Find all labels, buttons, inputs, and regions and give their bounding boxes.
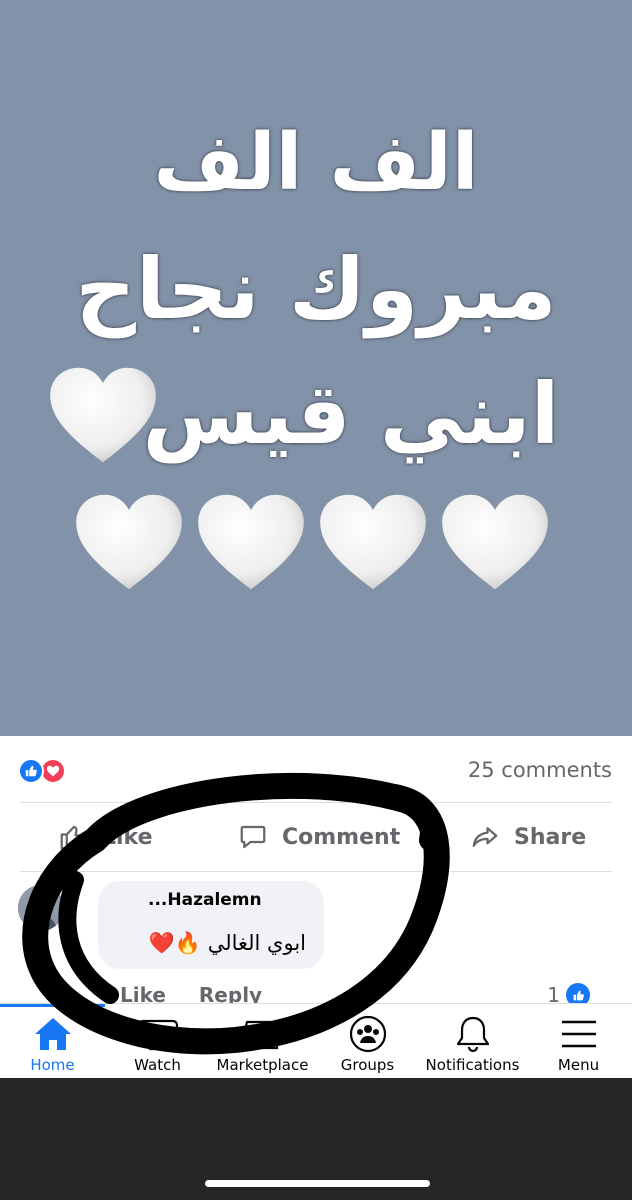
avatar[interactable] <box>18 885 64 931</box>
home-icon <box>33 1014 73 1054</box>
post-image[interactable]: الف الف مبروك نجاح ابني قيس <box>0 0 632 736</box>
bell-icon <box>455 1014 491 1054</box>
nav-groups[interactable]: Groups <box>315 1004 420 1079</box>
comment-icon <box>240 825 266 849</box>
share-icon <box>472 827 498 847</box>
post-text-line-2: مبروك نجاح <box>75 240 557 338</box>
white-heart-icon <box>48 365 158 465</box>
like-reaction-icon <box>18 758 44 784</box>
reactions-summary[interactable]: 25 comments <box>0 736 632 802</box>
nav-watch-label: Watch <box>134 1056 181 1074</box>
reaction-icons[interactable] <box>18 758 78 784</box>
comments-count[interactable]: 25 comments <box>468 758 612 782</box>
commenter-name[interactable]: ...Hazalemn <box>148 889 262 905</box>
nav-menu-label: Menu <box>557 1056 600 1074</box>
thumbs-up-icon <box>60 825 86 850</box>
nav-marketplace-label: Marketplace <box>216 1056 309 1074</box>
system-bar <box>0 1078 632 1200</box>
comment: ...Hazalemn ابوي الغالي 🔥❤️ Like Reply 1 <box>0 871 632 1009</box>
nav-home-label: Home <box>30 1056 75 1074</box>
comment-button-label: Comment <box>282 824 401 850</box>
bottom-navigation: Home Watch Marketplace Groups Notificati… <box>0 1003 632 1079</box>
comment-bubble[interactable]: ...Hazalemn ابوي الغالي 🔥❤️ <box>98 881 324 969</box>
nav-home[interactable]: Home <box>0 1004 105 1079</box>
like-button-label: Like <box>102 824 153 850</box>
white-heart-icon <box>74 492 184 592</box>
groups-icon <box>348 1014 388 1054</box>
online-status-indicator <box>62 931 80 949</box>
like-button[interactable]: Like <box>58 803 153 871</box>
nav-notifications[interactable]: Notifications <box>420 1004 525 1079</box>
nav-groups-label: Groups <box>340 1056 395 1074</box>
white-heart-icon <box>318 492 428 592</box>
nav-menu[interactable]: Menu <box>526 1004 631 1079</box>
comment-text: ابوي الغالي 🔥❤️ <box>148 931 306 955</box>
comment-button[interactable]: Comment <box>238 803 400 871</box>
watch-icon <box>137 1014 179 1054</box>
share-button-label: Share <box>514 824 587 850</box>
post-action-bar: Like Comment Share <box>0 803 632 871</box>
home-indicator[interactable] <box>205 1180 430 1187</box>
nav-marketplace[interactable]: Marketplace <box>210 1004 315 1079</box>
post-text-line-1: الف الف <box>153 118 479 208</box>
white-heart-icon <box>196 492 306 592</box>
white-heart-icon <box>440 492 550 592</box>
marketplace-icon <box>243 1014 283 1054</box>
nav-notifications-label: Notifications <box>425 1056 520 1074</box>
menu-icon <box>559 1014 599 1054</box>
share-button[interactable]: Share <box>470 803 586 871</box>
nav-watch[interactable]: Watch <box>105 1004 210 1079</box>
